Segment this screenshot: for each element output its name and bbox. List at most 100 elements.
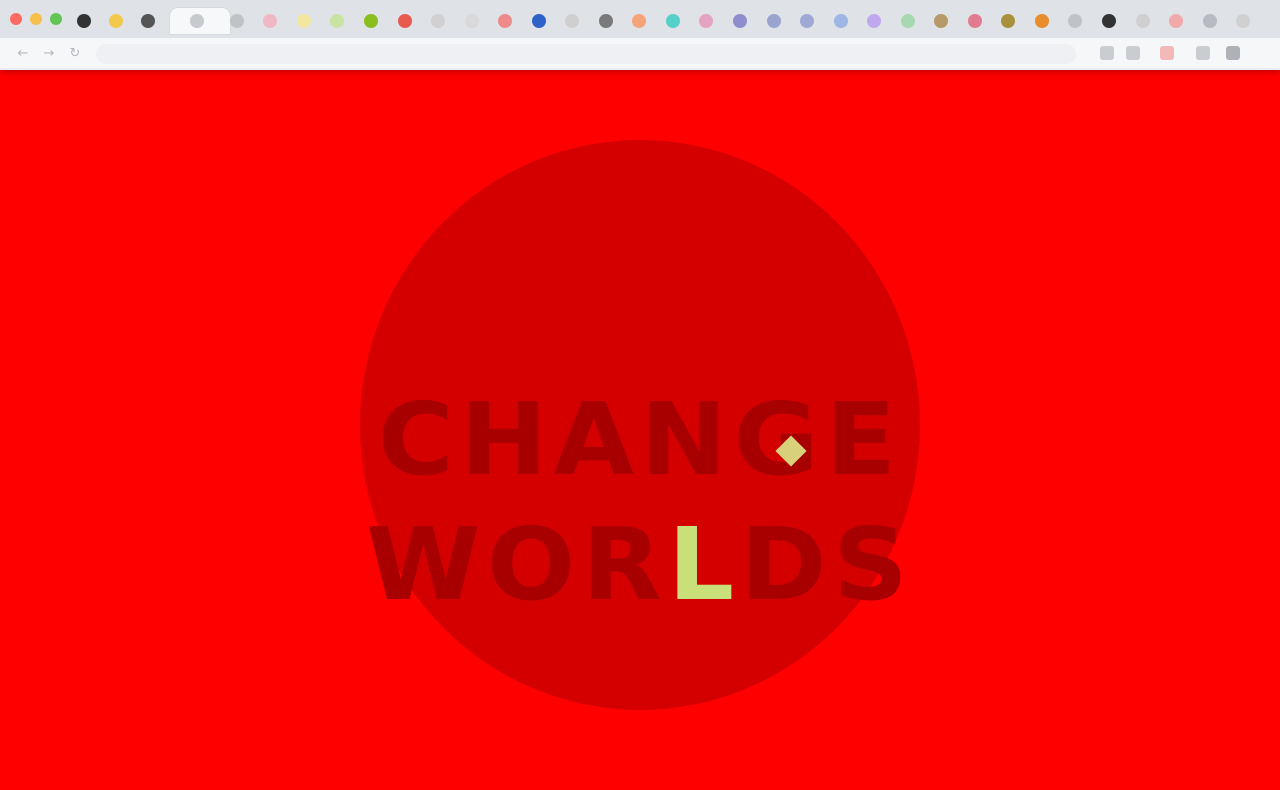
tab-favicon-icon [699,14,714,28]
tab-favicon-icon [1202,14,1217,28]
tab-favicon-icon [1169,14,1184,28]
browser-tab[interactable] [490,8,520,34]
browser-tab[interactable] [960,8,990,34]
bookmark-star-icon[interactable] [1100,46,1114,60]
tab-favicon-icon [363,14,378,28]
browser-toolbar: ← → ↻ [0,38,1280,68]
browser-tab[interactable] [759,8,789,34]
active-tab[interactable] [170,8,230,34]
browser-tab[interactable] [256,8,286,34]
browser-tab[interactable] [1195,8,1225,34]
logo-letter: O [486,506,582,623]
extension-icon[interactable] [1126,46,1140,60]
logo-letter: G [733,381,826,498]
maximize-window-button[interactable] [50,13,62,25]
tab-favicon-icon [1102,14,1117,28]
logo-letter: A [553,381,641,498]
tab-favicon-icon [109,14,123,28]
browser-tab[interactable] [222,8,252,34]
browser-tab[interactable] [356,8,386,34]
logo-letter-highlight: L [667,506,741,623]
pinned-tab[interactable] [136,8,160,34]
tab-favicon-icon [766,14,781,28]
browser-tab[interactable] [323,8,353,34]
change-worlds-logo: CHANGE WORLDS [360,140,920,710]
logo-letter: N [640,381,734,498]
address-bar[interactable] [96,44,1076,64]
tab-favicon-icon [229,14,244,28]
tab-favicon-icon [1135,14,1150,28]
tab-favicon-icon [531,14,546,28]
tab-favicon-icon [1034,14,1049,28]
close-window-button[interactable] [10,13,22,25]
browser-tab[interactable] [692,8,722,34]
tab-favicon-icon [296,14,311,28]
tab-favicon-icon [598,14,613,28]
browser-tab[interactable] [591,8,621,34]
logo-letter: H [460,381,554,498]
pinned-tab[interactable] [104,8,128,34]
logo-line-2: WORLDS [349,515,931,615]
minimize-window-button[interactable] [30,13,42,25]
tab-favicon-icon [431,14,446,28]
browser-tab[interactable] [792,8,822,34]
tab-favicon-icon [1236,14,1251,28]
browser-tab[interactable] [390,8,420,34]
active-tab-favicon-icon [190,14,204,28]
browser-chrome: ← → ↻ [0,0,1280,70]
tab-favicon-icon [1001,14,1016,28]
browser-tab[interactable] [893,8,923,34]
tab-favicon-icon [397,14,412,28]
browser-tab[interactable] [289,8,319,34]
window-controls [10,13,62,25]
tab-favicon-icon [464,14,479,28]
browser-tab[interactable] [524,8,554,34]
tab-favicon-icon [934,14,949,28]
forward-button[interactable]: → [40,44,58,62]
browser-tab[interactable] [725,8,755,34]
tab-favicon-icon [665,14,680,28]
logo-letter: S [832,506,915,623]
browser-tab[interactable] [1128,8,1158,34]
browser-tab[interactable] [423,8,453,34]
tab-favicon-icon [1068,14,1083,28]
tab-favicon-icon [498,14,513,28]
logo-line-1: CHANGE [349,390,931,490]
tab-favicon-icon [967,14,982,28]
logo-letter: W [365,506,487,623]
logo-letter: E [825,381,903,498]
browser-tab[interactable] [557,8,587,34]
browser-tab[interactable] [859,8,889,34]
browser-tab[interactable] [1228,8,1258,34]
menu-icon[interactable] [1226,46,1240,60]
back-button[interactable]: ← [14,44,32,62]
tab-favicon-icon [833,14,848,28]
logo-letter: C [377,381,461,498]
browser-tab[interactable] [1061,8,1091,34]
browser-tab[interactable] [457,8,487,34]
browser-tab[interactable] [994,8,1024,34]
browser-tab[interactable] [1027,8,1057,34]
tab-favicon-icon [565,14,580,28]
reload-button[interactable]: ↻ [66,44,84,62]
tab-favicon-icon [330,14,345,28]
logo-letter: D [740,506,833,623]
browser-tab[interactable] [625,8,655,34]
browser-tab[interactable] [658,8,688,34]
tab-favicon-icon [867,14,882,28]
browser-tab[interactable] [1094,8,1124,34]
download-icon[interactable] [1196,46,1210,60]
browser-tab[interactable] [826,8,856,34]
tab-favicon-icon [263,14,278,28]
tab-favicon-icon [141,14,155,28]
tab-favicon-icon [900,14,915,28]
browser-tab[interactable] [1161,8,1191,34]
tab-favicon-icon [632,14,647,28]
profile-icon[interactable] [1160,46,1174,60]
page-content: CHANGE WORLDS [0,70,1280,790]
pinned-tab[interactable] [72,8,96,34]
browser-tab[interactable] [927,8,957,34]
tab-favicon-icon [77,14,91,28]
tab-favicon-icon [732,14,747,28]
logo-letter: R [581,506,668,623]
